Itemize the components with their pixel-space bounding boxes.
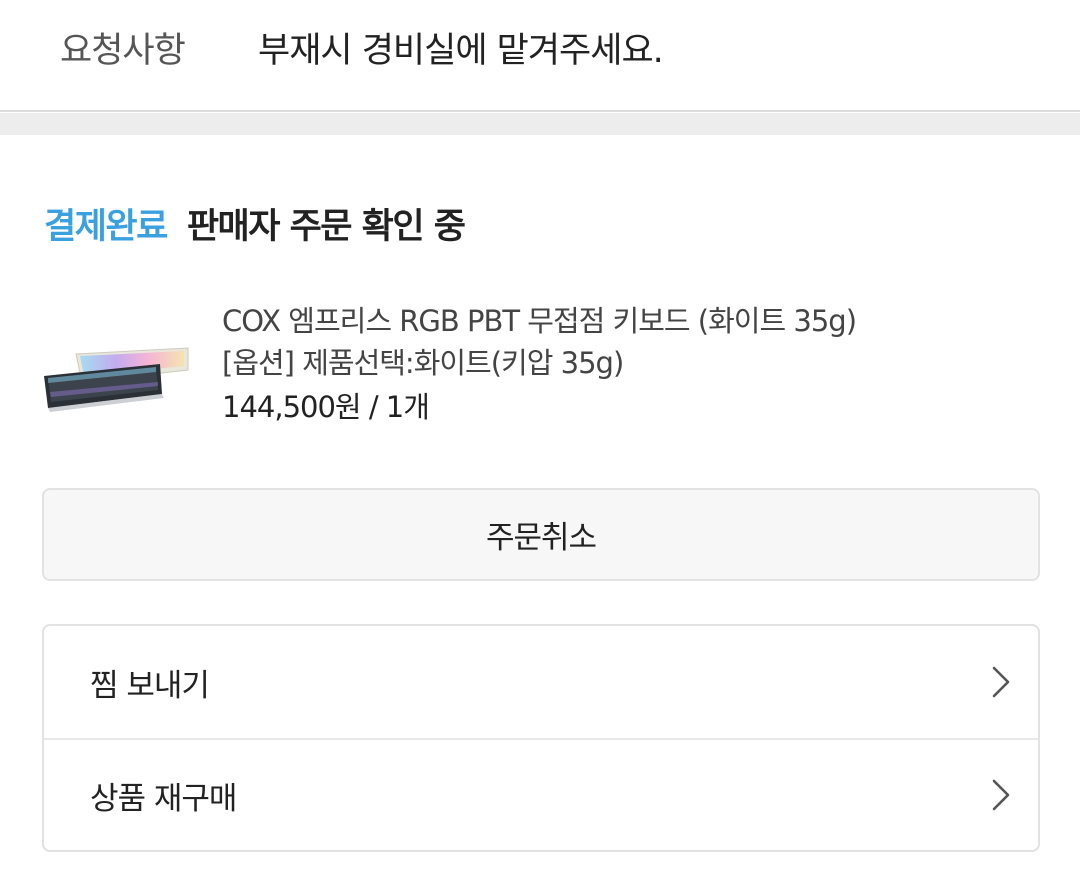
order-status: 결제완료 판매자 주문 확인 중: [44, 198, 466, 248]
cancel-order-button[interactable]: 주문취소: [42, 488, 1040, 581]
section-divider: [0, 113, 1080, 135]
product-option: [옵션] 제품선택:화이트(키압 35g): [222, 346, 624, 380]
status-badge: 결제완료: [44, 206, 168, 247]
request-value: 부재시 경비실에 맡겨주세요.: [258, 31, 664, 71]
chevron-right-icon: [992, 779, 1010, 811]
product-price: 144,500원 / 1개: [222, 390, 430, 424]
menu-item-label: 상품 재구매: [90, 780, 237, 817]
product-info: COX 엠프리스 RGB PBT 무접점 키보드 (화이트 35g) [옵션] …: [222, 300, 857, 428]
menu-item-send-wishlist[interactable]: 찜 보내기: [44, 626, 1038, 738]
product-item[interactable]: COX 엠프리스 RGB PBT 무접점 키보드 (화이트 35g) [옵션] …: [42, 300, 1042, 440]
chevron-right-icon: [992, 666, 1010, 698]
keyboard-thumbnail: [44, 347, 189, 412]
request-row: 요청사항 부재시 경비실에 맡겨주세요.: [0, 0, 1080, 112]
menu-item-label: 찜 보내기: [90, 667, 210, 704]
product-name: COX 엠프리스 RGB PBT 무접점 키보드 (화이트 35g): [222, 304, 857, 338]
request-label: 요청사항: [60, 31, 186, 71]
menu-item-reorder[interactable]: 상품 재구매: [44, 738, 1038, 850]
action-menu: 찜 보내기 상품 재구매: [42, 624, 1040, 852]
status-text: 판매자 주문 확인 중: [186, 206, 466, 247]
